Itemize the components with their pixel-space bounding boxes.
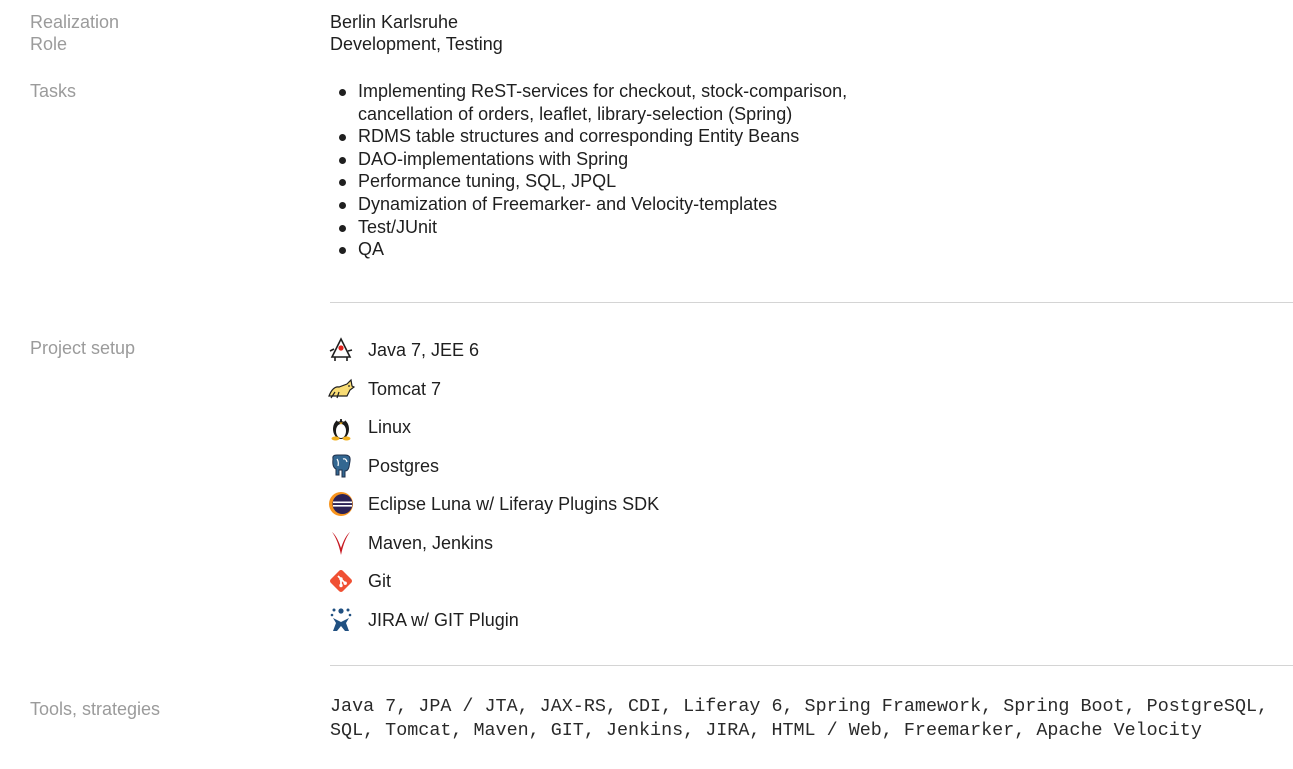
setup-item-text: Git (368, 571, 392, 592)
realization-label: Realization (30, 12, 120, 32)
setup-item-text: Tomcat 7 (368, 378, 442, 399)
task-text: Implementing ReST-services for checkout,… (358, 81, 848, 101)
setup-item-jira: JIRA w/ GIT Plugin (326, 601, 659, 640)
setup-item-text: Java 7, JEE 6 (368, 340, 480, 361)
project-details: Realization Berlin Karlsruhe Role Develo… (0, 0, 1293, 769)
tools-label: Tools, strategies (30, 699, 161, 719)
tux-penguin-icon (326, 412, 356, 442)
setup-item-eclipse: Eclipse Luna w/ Liferay Plugins SDK (326, 485, 659, 524)
jira-icon (326, 605, 356, 635)
tomcat-icon (326, 374, 356, 404)
setup-item-postgres: Postgres (326, 447, 659, 486)
project-setup-label: Project setup (30, 338, 136, 358)
setup-item-linux: Linux (326, 408, 659, 447)
divider (330, 302, 1293, 303)
list-item: Test/JUnit (330, 216, 847, 239)
setup-item-java: Java 7, JEE 6 (326, 331, 659, 370)
setup-item-git: Git (326, 562, 659, 601)
tools-value: Java 7, JPA / JTA, JAX-RS, CDI, Liferay … (330, 696, 1269, 741)
list-item: Performance tuning, SQL, JPQL (330, 170, 847, 193)
postgres-elephant-icon (326, 451, 356, 481)
project-setup-list: Java 7, JEE 6 Tomcat 7 Linux Postgres Ec… (326, 331, 659, 639)
divider (330, 665, 1293, 666)
task-text-continued: cancellation of orders, leaflet, library… (358, 103, 793, 124)
list-item: RDMS table structures and corresponding … (330, 125, 847, 148)
task-text: Test/JUnit (358, 216, 438, 237)
setup-item-maven: Maven, Jenkins (326, 524, 659, 563)
list-item: Dynamization of Freemarker- and Velocity… (330, 193, 847, 216)
setup-item-text: Linux (368, 417, 412, 438)
maven-feather-icon (326, 528, 356, 558)
tasks-label: Tasks (30, 81, 77, 101)
task-text: Performance tuning, SQL, JPQL (358, 171, 617, 192)
list-item: QA (330, 238, 847, 261)
setup-item-tomcat: Tomcat 7 (326, 370, 659, 409)
setup-item-text: Eclipse Luna w/ Liferay Plugins SDK (368, 494, 660, 515)
setup-item-text: Postgres (368, 455, 440, 476)
setup-item-text: Maven, Jenkins (368, 532, 494, 553)
role-label: Role (30, 34, 68, 54)
git-icon (326, 566, 356, 596)
task-text: Dynamization of Freemarker- and Velocity… (358, 193, 778, 214)
list-item: Implementing ReST-services for checkout,… (330, 80, 847, 125)
list-item: DAO-implementations with Spring (330, 148, 847, 171)
java-duke-icon (326, 335, 356, 365)
task-text: DAO-implementations with Spring (358, 148, 629, 169)
realization-value: Berlin Karlsruhe (330, 12, 459, 32)
task-text: RDMS table structures and corresponding … (358, 126, 800, 147)
task-text: QA (358, 239, 385, 260)
eclipse-icon (326, 489, 356, 519)
setup-item-text: JIRA w/ GIT Plugin (368, 609, 519, 630)
role-value: Development, Testing (330, 34, 503, 54)
tasks-list: Implementing ReST-services for checkout,… (330, 80, 847, 261)
